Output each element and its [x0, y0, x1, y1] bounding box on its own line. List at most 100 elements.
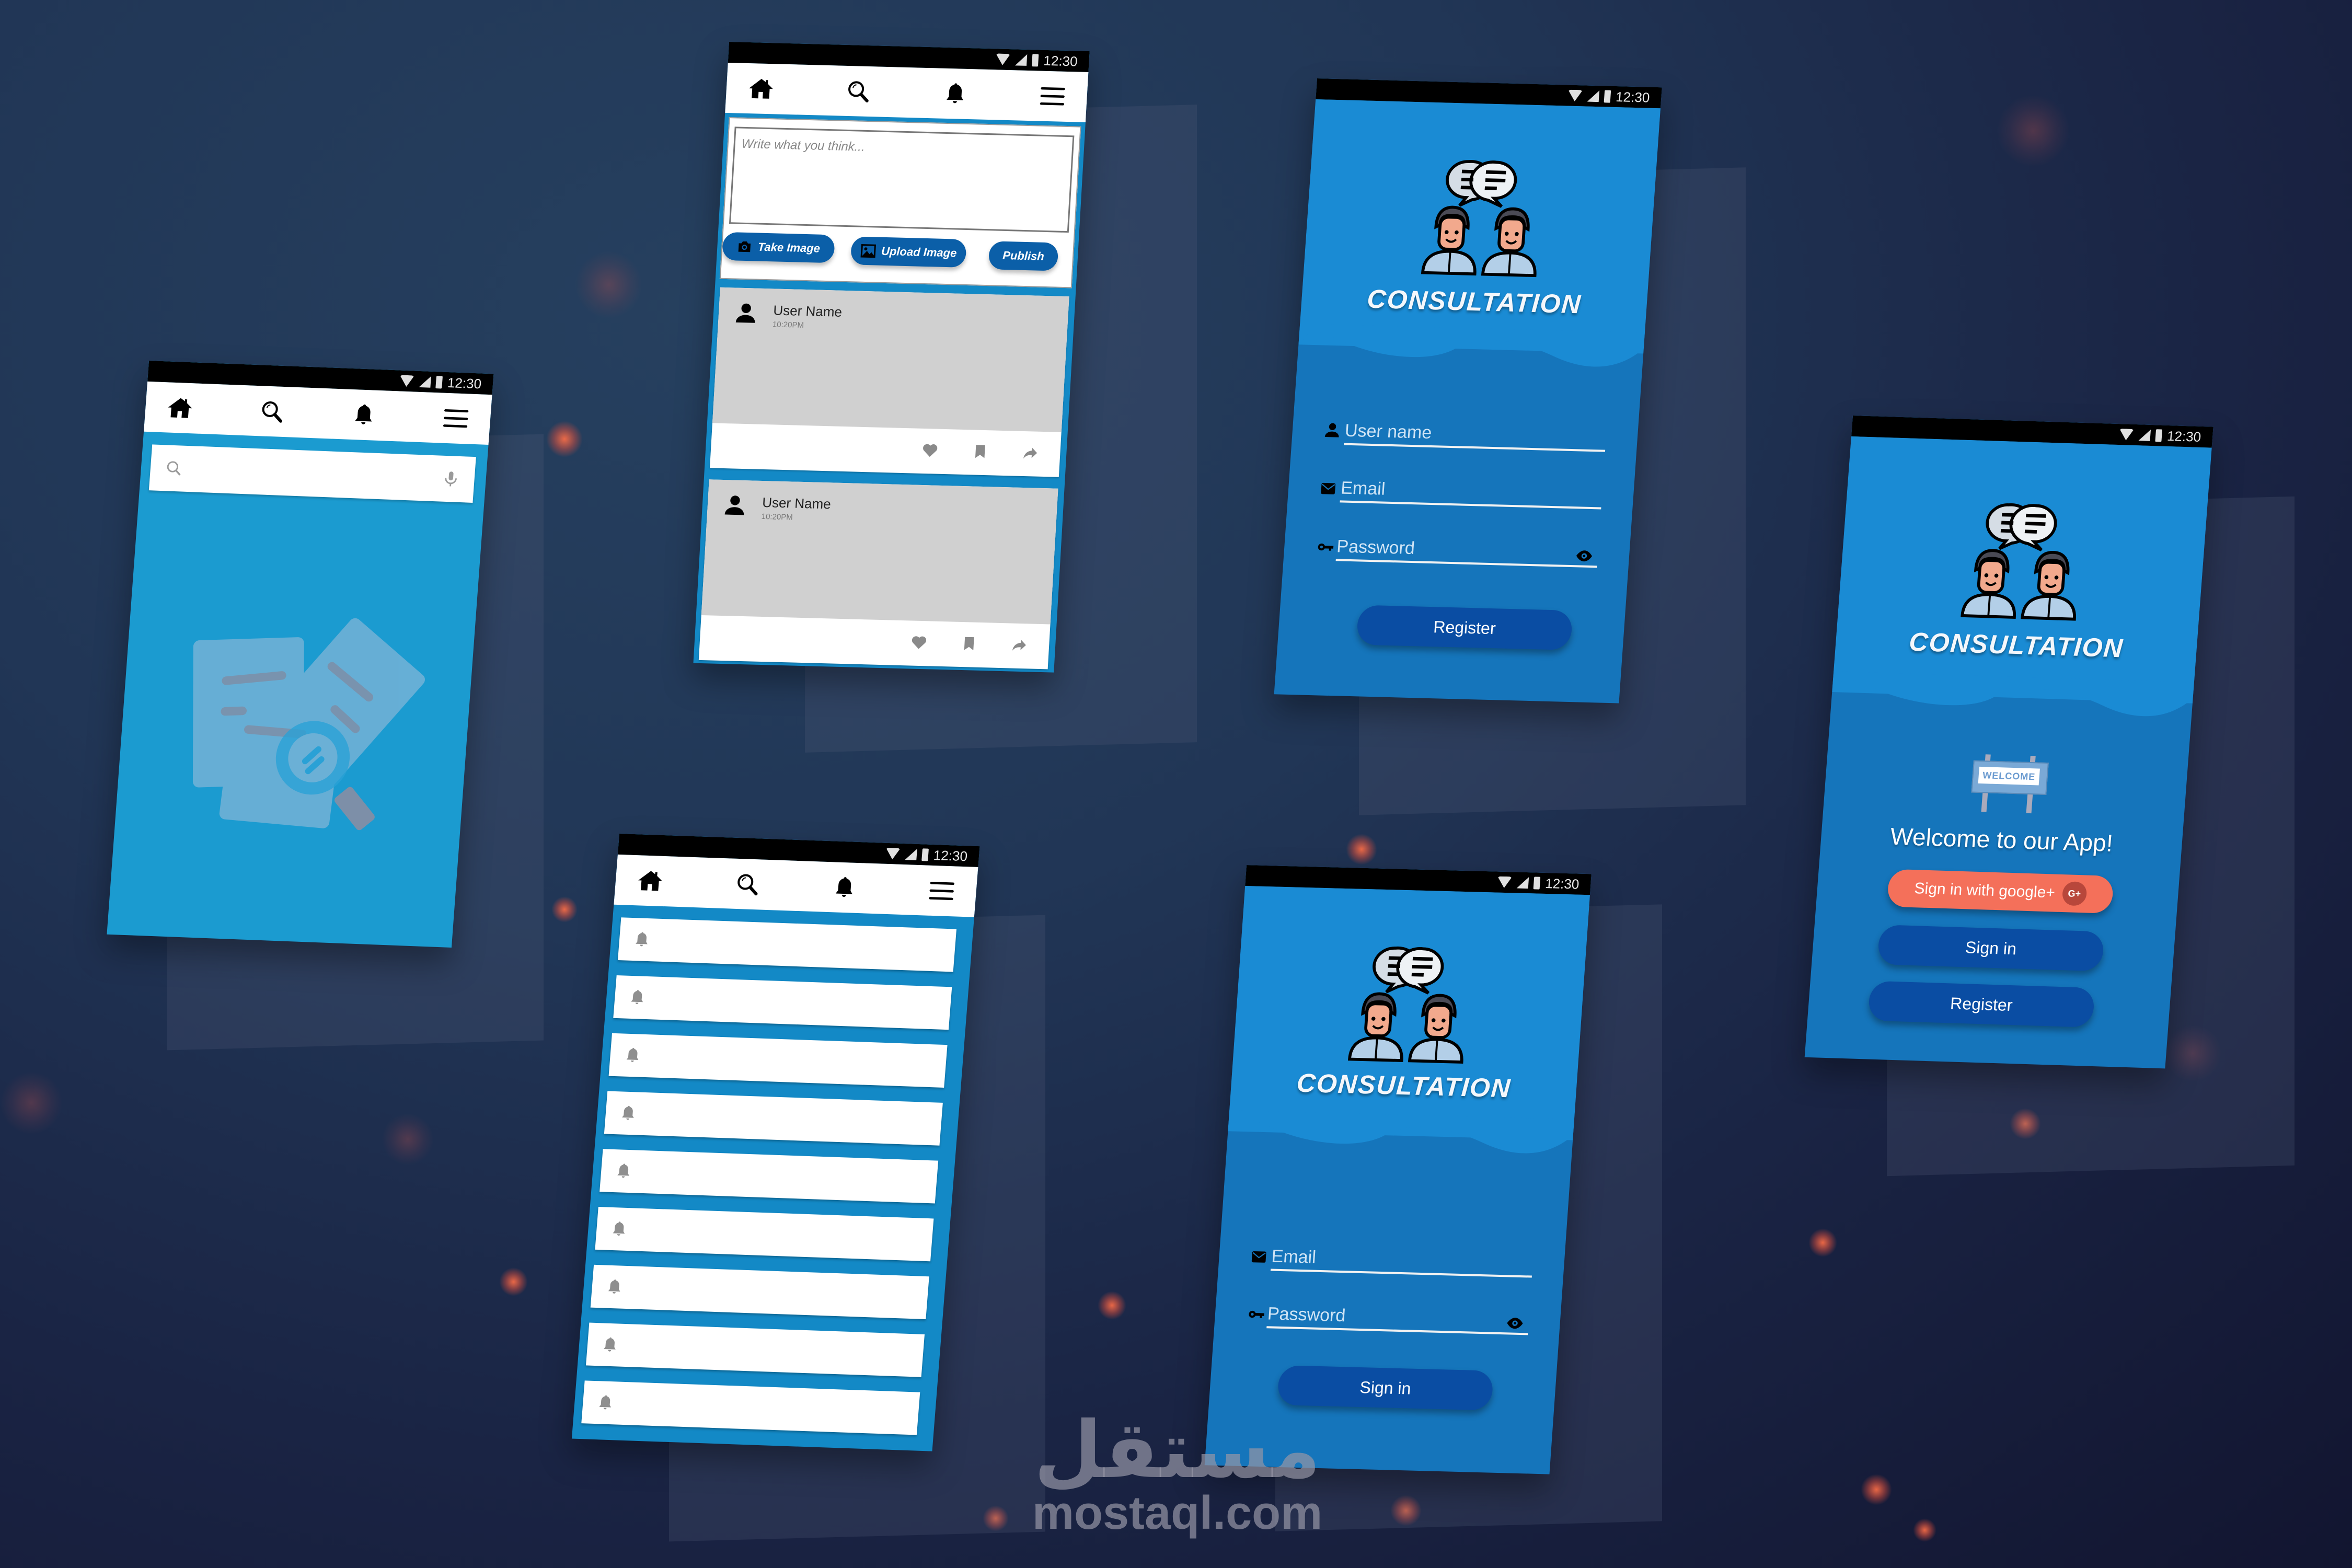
watermark-arabic: مستقل: [1034, 1405, 1321, 1496]
bokeh-light: [1997, 94, 2070, 167]
bookmark-icon[interactable]: [972, 442, 988, 460]
signal-icon: [1587, 90, 1600, 102]
notification-item[interactable]: [613, 975, 952, 1030]
eye-icon[interactable]: [1504, 1313, 1526, 1333]
search-icon[interactable]: [255, 395, 289, 428]
top-nav: [725, 62, 1089, 122]
status-time: 12:30: [932, 847, 969, 864]
email-label: Email: [1271, 1246, 1317, 1267]
signin-label: Sign in: [1359, 1377, 1412, 1398]
notification-item[interactable]: [617, 917, 957, 972]
bell-icon[interactable]: [939, 78, 972, 110]
notification-item[interactable]: [581, 1380, 920, 1435]
wave-divider: [1228, 1110, 1574, 1154]
hamburger-menu-icon[interactable]: [439, 402, 472, 435]
signal-icon: [1516, 877, 1529, 889]
google-plus-icon: G+: [2061, 881, 2088, 906]
bokeh-light: [1913, 1518, 1936, 1542]
email-field[interactable]: Email: [1250, 1239, 1534, 1278]
underline: [1335, 559, 1597, 568]
bell-icon: [628, 987, 647, 1008]
bell-icon: [623, 1045, 642, 1066]
wave-divider: [1832, 671, 2194, 717]
notification-item[interactable]: [595, 1207, 934, 1262]
mostaql-watermark: مستقل mostaql.com: [1032, 1411, 1322, 1540]
register-label: Register: [1950, 993, 2013, 1014]
hamburger-menu-icon[interactable]: [925, 875, 959, 907]
microphone-icon[interactable]: [441, 468, 460, 490]
bell-icon[interactable]: [347, 399, 381, 431]
wifi-icon: [995, 53, 1011, 66]
publish-button[interactable]: Publish: [988, 241, 1059, 271]
register-button[interactable]: Register: [1356, 605, 1573, 651]
underline: [1266, 1326, 1528, 1335]
username-field[interactable]: User name: [1323, 413, 1607, 452]
notification-item[interactable]: [585, 1322, 925, 1377]
google-signin-label: Sign in with google+: [1913, 880, 2056, 902]
post-card: User Name 10:20PM: [698, 479, 1058, 670]
compose-textarea[interactable]: [729, 126, 1075, 233]
underline: [1340, 500, 1601, 510]
home-icon[interactable]: [163, 391, 197, 424]
home-icon[interactable]: [744, 73, 777, 105]
bookmark-icon[interactable]: [961, 635, 977, 653]
email-label: Email: [1340, 478, 1386, 499]
post-actions: [920, 441, 1040, 462]
welcome-screen: 12:30 CONSULTATION WELCOME Welcome to ou…: [1804, 416, 2213, 1069]
hamburger-menu-icon[interactable]: [1036, 80, 1069, 112]
post-content[interactable]: User Name 10:20PM: [701, 479, 1058, 625]
google-signin-button[interactable]: Sign in with google+ G+: [1886, 869, 2114, 914]
bokeh-light: [499, 1267, 528, 1296]
signal-icon: [1014, 54, 1028, 66]
status-time: 12:30: [2166, 428, 2202, 445]
bell-icon[interactable]: [827, 871, 861, 904]
documents-magnifier-illustration: [192, 618, 425, 831]
wifi-icon: [2118, 429, 2134, 441]
notification-item[interactable]: [608, 1033, 948, 1088]
watermark-latin: mostaql.com: [1032, 1487, 1323, 1539]
heart-icon[interactable]: [920, 441, 939, 459]
bokeh-light: [1346, 834, 1377, 865]
user-icon: [1323, 421, 1342, 440]
register-screen: 12:30 CONSULTATION User name Email Passw…: [1274, 78, 1662, 704]
notification-item[interactable]: [590, 1264, 929, 1320]
share-icon[interactable]: [1021, 444, 1040, 462]
key-icon: [1315, 538, 1336, 556]
notification-item[interactable]: [604, 1091, 943, 1146]
heart-icon[interactable]: [909, 633, 928, 651]
search-icon[interactable]: [731, 868, 765, 901]
bokeh-light: [546, 421, 583, 457]
signin-button[interactable]: Sign in: [1877, 925, 2105, 972]
signin-button[interactable]: Sign in: [1276, 1365, 1494, 1411]
status-time: 12:30: [1043, 52, 1078, 69]
wifi-icon: [1567, 89, 1583, 102]
mail-icon: [1250, 1248, 1268, 1265]
bokeh-light: [551, 896, 578, 923]
battery-icon: [1604, 90, 1611, 103]
post-username[interactable]: User Name: [773, 302, 843, 320]
password-field[interactable]: Password: [1315, 529, 1599, 568]
password-field[interactable]: Password: [1246, 1296, 1530, 1335]
search-icon[interactable]: [841, 75, 874, 108]
email-field[interactable]: Email: [1319, 470, 1603, 510]
eye-icon[interactable]: [1573, 546, 1596, 566]
search-icon: [165, 459, 183, 477]
underline: [1344, 443, 1606, 452]
notifications-screen: 12:30: [571, 834, 980, 1451]
wifi-icon: [1496, 876, 1513, 889]
bell-icon: [596, 1392, 615, 1413]
consultation-logo-icon: [1345, 941, 1474, 1064]
take-image-button[interactable]: Take Image: [721, 232, 835, 263]
battery-icon: [1031, 54, 1039, 67]
upload-image-button[interactable]: Upload Image: [850, 236, 967, 268]
notification-item[interactable]: [599, 1149, 939, 1204]
post-content[interactable]: User Name 10:20PM: [712, 287, 1069, 432]
post-card: User Name 10:20PM: [710, 287, 1069, 477]
signin-label: Sign in: [1964, 937, 2017, 958]
register-button[interactable]: Register: [1867, 981, 2095, 1028]
search-input[interactable]: [190, 460, 434, 488]
wifi-icon: [399, 375, 414, 387]
post-username[interactable]: User Name: [762, 494, 831, 512]
share-icon[interactable]: [1010, 636, 1029, 654]
home-icon[interactable]: [633, 864, 667, 897]
